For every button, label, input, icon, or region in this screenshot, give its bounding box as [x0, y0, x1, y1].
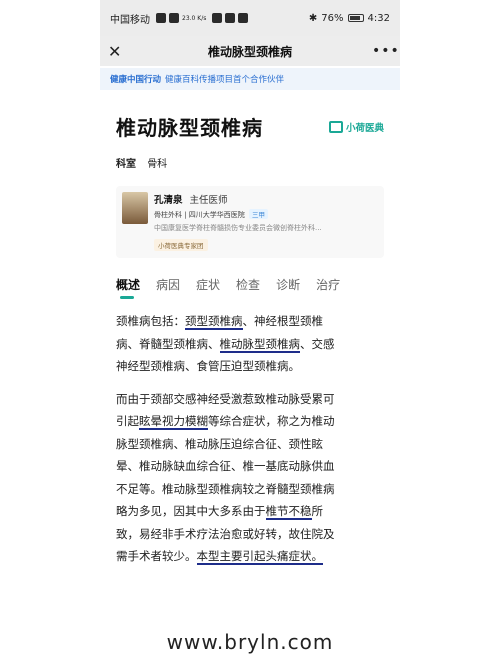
- battery-percent: 76%: [321, 12, 344, 24]
- bluetooth-icon: ✱: [308, 12, 318, 24]
- brand-logo: 小荷医典: [328, 120, 384, 134]
- highlight-underline: 椎节不稳: [265, 504, 312, 520]
- nav-title: 椎动脉型颈椎病: [207, 44, 292, 59]
- status-bar: 中国移动 23.0 K/s ✱ 76% 4:32: [100, 0, 400, 36]
- left-margin: [0, 0, 100, 666]
- tab-exam[interactable]: 检查: [236, 276, 260, 293]
- tab-cause[interactable]: 病因: [156, 276, 180, 293]
- app-notification-icon: [212, 13, 223, 23]
- phone-screen: 中国移动 23.0 K/s ✱ 76% 4:32 ✕ 椎动脉型颈椎病 ••• 健…: [100, 0, 400, 666]
- right-margin: [400, 0, 500, 666]
- tab-bar: 概述 病因 症状 检查 诊断 治疗: [116, 276, 384, 299]
- highlight-underline: 眩晕视力模糊: [139, 414, 208, 430]
- doctor-name: 孔清泉: [154, 195, 183, 206]
- doctor-title: 主任医师: [189, 195, 228, 206]
- clock: 4:32: [367, 12, 390, 24]
- tab-symptoms[interactable]: 症状: [196, 276, 220, 293]
- tab-diagnosis[interactable]: 诊断: [276, 276, 300, 293]
- network-speed: 23.0 K/s: [182, 14, 207, 22]
- more-icon[interactable]: •••: [372, 43, 399, 59]
- wifi-icon: [169, 13, 179, 23]
- tab-treatment[interactable]: 治疗: [316, 276, 340, 293]
- app-notification-icon: [225, 13, 236, 23]
- tab-overview[interactable]: 概述: [116, 276, 140, 299]
- overview-paragraph-1: 颈椎病包括：颈型颈椎病、神经根型颈椎 病、脊髓型颈椎病、椎动脉型颈椎病、交感 神…: [116, 314, 335, 373]
- highlight-underline: 本型主要引起头痛症状。: [196, 549, 323, 565]
- close-icon[interactable]: ✕: [108, 42, 128, 61]
- logo-mark-icon: [328, 120, 343, 133]
- promo-banner[interactable]: 健康中国行动 健康百科传播项目首个合作伙伴: [100, 68, 400, 90]
- doctor-avatar: [122, 192, 148, 224]
- battery-icon: [347, 14, 364, 22]
- highlight-underline: 椎动脉型颈椎病: [219, 336, 300, 353]
- department: 科室 骨科: [116, 159, 168, 170]
- overview-paragraph-2: 而由于颈部交感神经受激惹致椎动脉受累可 引起眩晕视力模糊等综合症状，称之为椎动 …: [116, 391, 335, 565]
- doctor-bio: 中国康复医学脊柱脊髓损伤专业委员会微创脊柱外科...: [154, 224, 322, 232]
- highlight-underline: 颈型颈椎病: [185, 314, 243, 330]
- watermark: www.bryln.com: [100, 630, 400, 654]
- signal-icon: [156, 13, 166, 23]
- expert-team-badge: 小荷医典专家团: [154, 239, 208, 251]
- doctor-hospital: 骨柱外科 | 四川大学华西医院: [154, 211, 245, 219]
- banner-desc: 健康百科传播项目首个合作伙伴: [165, 75, 285, 85]
- banner-brand: 健康中国行动: [110, 75, 162, 85]
- hospital-grade-badge: 三甲: [249, 209, 269, 219]
- nav-bar: ✕ 椎动脉型颈椎病 •••: [100, 36, 400, 66]
- page-title: 椎动脉型颈椎病: [116, 116, 263, 140]
- doctor-card[interactable]: 孔清泉 主任医师 骨柱外科 | 四川大学华西医院 三甲 中国康复医学脊柱脊髓损伤…: [116, 186, 384, 258]
- carrier-label: 中国移动: [110, 14, 150, 26]
- app-notification-icon: [238, 13, 249, 23]
